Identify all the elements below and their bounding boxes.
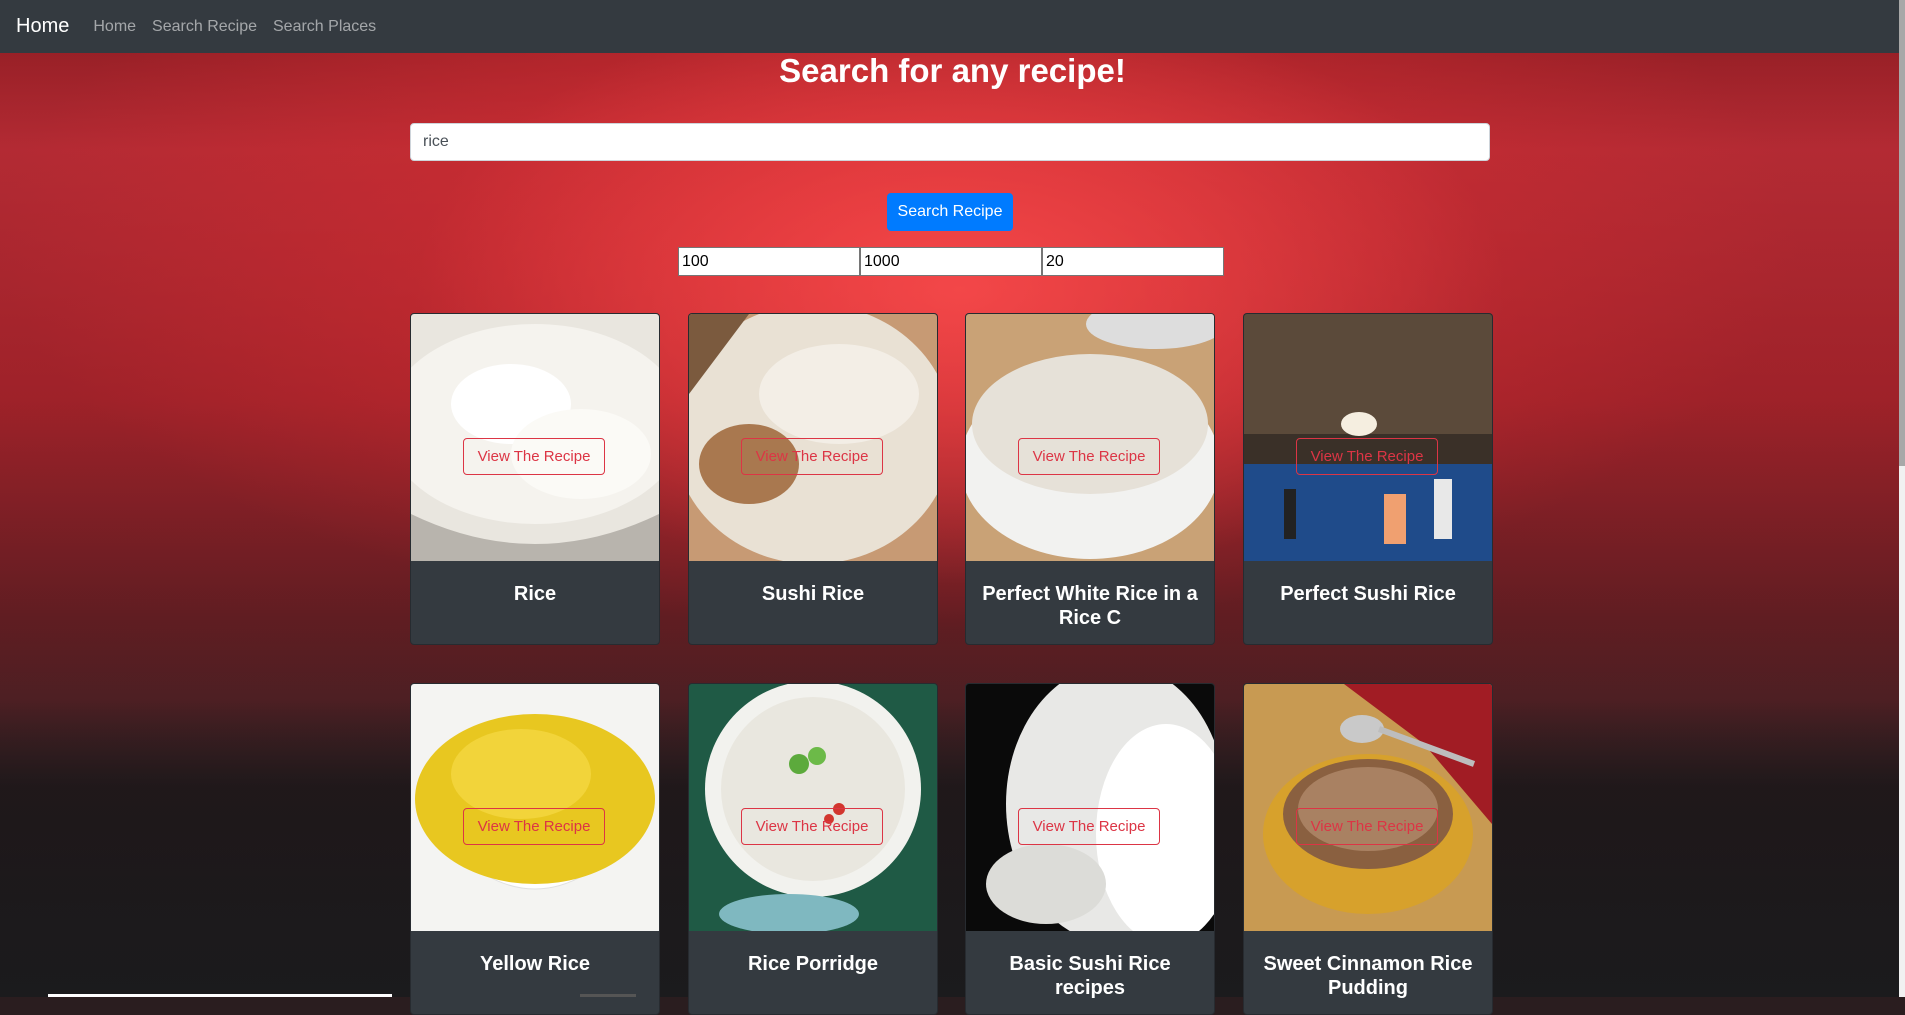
page-title: Search for any recipe! (779, 52, 1126, 89)
recipe-card[interactable]: View The Recipe Perfect White Rice in a … (965, 313, 1215, 645)
view-recipe-button[interactable]: View The Recipe (741, 438, 883, 475)
view-recipe-button[interactable]: View The Recipe (741, 808, 883, 845)
nav-link-search-recipe[interactable]: Search Recipe (152, 18, 257, 36)
view-recipe-button[interactable]: View The Recipe (1296, 808, 1438, 845)
nav-link-search-places[interactable]: Search Places (273, 18, 376, 36)
scrollbar-thumb[interactable] (1899, 0, 1905, 466)
filter-input-3[interactable] (1042, 247, 1224, 276)
view-recipe-button[interactable]: View The Recipe (463, 438, 605, 475)
recipe-title: Basic Sushi Rice recipes (1009, 953, 1171, 999)
view-recipe-button[interactable]: View The Recipe (463, 808, 605, 845)
view-recipe-button[interactable]: View The Recipe (1018, 438, 1160, 475)
recipe-title: Sweet Cinnamon Rice Pudding (1263, 953, 1473, 999)
search-input[interactable] (410, 123, 1490, 161)
filter-input-1[interactable] (678, 247, 860, 276)
recipe-card[interactable]: View The Recipe Basic Sushi Rice recipes (965, 683, 1215, 1015)
recipe-card[interactable]: View The Recipe Yellow Rice (410, 683, 660, 1015)
filter-input-2[interactable] (860, 247, 1042, 276)
recipe-title: Perfect Sushi Rice (1280, 583, 1456, 605)
recipe-title: Yellow Rice (479, 953, 591, 975)
navbar: Home Home Search Recipe Search Places (0, 0, 1905, 53)
recipe-title: Rice Porridge (747, 953, 879, 975)
nav-link-home[interactable]: Home (93, 18, 136, 36)
search-recipe-button[interactable]: Search Recipe (887, 193, 1013, 231)
recipe-title: Rice (513, 583, 557, 605)
recipe-card[interactable]: View The Recipe Sweet Cinnamon Rice Pudd… (1243, 683, 1493, 1015)
view-recipe-button[interactable]: View The Recipe (1296, 438, 1438, 475)
recipe-card[interactable]: View The Recipe Rice Porridge (688, 683, 938, 1015)
view-recipe-button[interactable]: View The Recipe (1018, 808, 1160, 845)
navbar-brand[interactable]: Home (16, 15, 69, 38)
recipe-card[interactable]: View The Recipe Rice (410, 313, 660, 645)
scrollbar[interactable] (1899, 0, 1905, 997)
recipe-card[interactable]: View The Recipe Perfect Sushi Rice (1243, 313, 1493, 645)
recipe-title: Sushi Rice (761, 583, 865, 605)
recipe-title: Perfect White Rice in a Rice C (982, 583, 1198, 629)
recipe-card[interactable]: View The Recipe Sushi Rice (688, 313, 938, 645)
